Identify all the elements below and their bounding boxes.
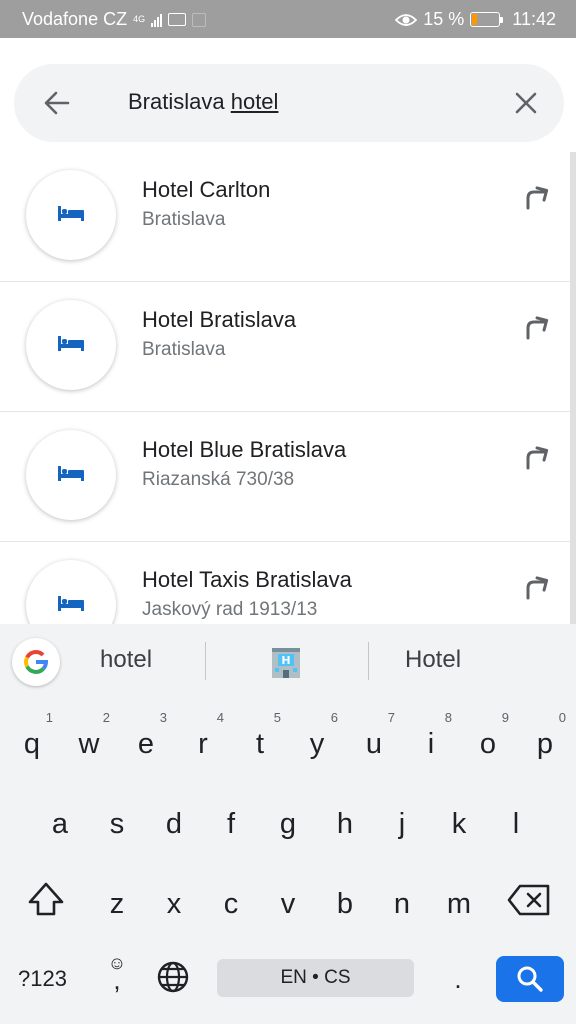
period-key[interactable]: .	[448, 964, 468, 995]
search-bar[interactable]: Bratislava hotel	[14, 64, 564, 142]
keyboard-notification-icon	[168, 13, 187, 26]
result-title: Hotel Bratislava	[142, 307, 297, 332]
network-type: 4G	[133, 14, 146, 24]
key-n[interactable]: n	[375, 874, 429, 938]
list-item[interactable]: Hotel Blue Bratislava Riazanská 730/38	[0, 412, 570, 542]
key-i[interactable]: 8i	[404, 710, 458, 778]
key-q[interactable]: 1q	[5, 710, 59, 778]
key-o[interactable]: 9o	[461, 710, 515, 778]
key-l[interactable]: l	[489, 794, 543, 858]
key-u[interactable]: 7u	[347, 710, 401, 778]
shift-icon[interactable]	[24, 878, 68, 922]
key-w[interactable]: 2w	[62, 710, 116, 778]
hotel-avatar	[26, 300, 116, 390]
result-subtitle: Bratislava	[142, 209, 226, 230]
google-logo-icon[interactable]	[12, 638, 60, 686]
status-bar: Vodafone CZ 4G 15 % 11:42	[0, 0, 576, 38]
suggestion-strip: hotel H Hotel	[0, 624, 576, 698]
key-t[interactable]: 5t	[233, 710, 287, 778]
key-c[interactable]: c	[204, 874, 258, 938]
hotel-avatar	[26, 170, 116, 260]
close-icon[interactable]	[514, 91, 538, 115]
search-action-key[interactable]	[496, 956, 564, 1002]
key-v[interactable]: v	[261, 874, 315, 938]
svg-text:H: H	[281, 654, 290, 667]
key-h[interactable]: h	[318, 794, 372, 858]
search-query-composing: hotel	[230, 89, 279, 114]
search-input[interactable]: Bratislava hotel	[128, 89, 278, 115]
clock: 11:42	[512, 9, 556, 29]
key-b[interactable]: b	[318, 874, 372, 938]
key-a[interactable]: a	[33, 794, 87, 858]
bed-icon	[58, 336, 84, 351]
globe-icon[interactable]	[156, 960, 190, 994]
directions-icon[interactable]	[522, 178, 554, 210]
key-d[interactable]: d	[147, 794, 201, 858]
hotel-avatar	[26, 430, 116, 520]
key-k[interactable]: k	[432, 794, 486, 858]
result-subtitle: Bratislava	[142, 339, 226, 360]
list-item[interactable]: Hotel Bratislava Bratislava	[0, 282, 570, 412]
key-g[interactable]: g	[261, 794, 315, 858]
key-x[interactable]: x	[147, 874, 201, 938]
search-icon	[517, 966, 543, 992]
directions-icon[interactable]	[522, 568, 554, 600]
symbols-key[interactable]: ?123	[18, 966, 67, 992]
bed-icon	[58, 206, 84, 221]
battery-icon	[470, 12, 504, 27]
signal-icon	[151, 13, 163, 27]
carrier-name: Vodafone CZ	[22, 9, 128, 29]
directions-icon[interactable]	[522, 308, 554, 340]
result-title: Hotel Carlton	[142, 177, 271, 202]
result-subtitle: Jaskový rad 1913/13	[142, 599, 318, 620]
key-p[interactable]: 0p	[518, 710, 572, 778]
bed-icon	[58, 596, 84, 611]
eye-comfort-icon	[395, 13, 418, 26]
backspace-icon[interactable]	[506, 882, 552, 918]
key-y[interactable]: 6y	[290, 710, 344, 778]
bed-icon	[58, 466, 84, 481]
key-e[interactable]: 3e	[119, 710, 173, 778]
list-item[interactable]: Hotel Taxis Bratislava Jaskový rad 1913/…	[0, 542, 570, 624]
result-title: Hotel Taxis Bratislava	[142, 567, 352, 592]
scrollbar[interactable]	[570, 152, 576, 624]
space-bar[interactable]: EN • CS	[217, 959, 414, 997]
result-subtitle: Riazanská 730/38	[142, 469, 295, 490]
key-f[interactable]: f	[204, 794, 258, 858]
result-title: Hotel Blue Bratislava	[142, 437, 347, 462]
search-query-text: Bratislava	[128, 89, 231, 114]
key-j[interactable]: j	[375, 794, 429, 858]
notification-icon	[192, 12, 207, 27]
directions-icon[interactable]	[522, 438, 554, 470]
key-s[interactable]: s	[90, 794, 144, 858]
results-list: Hotel Carlton Bratislava Hotel Bratislav…	[0, 152, 576, 624]
hotel-emoji[interactable]: H	[268, 644, 304, 680]
battery-percent: 15 %	[423, 9, 465, 29]
list-item[interactable]: Hotel Carlton Bratislava	[0, 152, 570, 282]
key-z[interactable]: z	[90, 874, 144, 938]
soft-keyboard: hotel H Hotel 1q 2w 3e 4r 5t 6y 7u 8i 9o…	[0, 624, 576, 1024]
emoji-comma-key[interactable]: ☺ ,	[104, 954, 130, 993]
key-m[interactable]: m	[432, 874, 486, 938]
hotel-avatar	[26, 560, 116, 624]
arrow-back-icon[interactable]	[42, 88, 72, 118]
suggestion-word[interactable]: hotel	[100, 646, 152, 674]
suggestion-word[interactable]: Hotel	[405, 646, 461, 674]
key-r[interactable]: 4r	[176, 710, 230, 778]
